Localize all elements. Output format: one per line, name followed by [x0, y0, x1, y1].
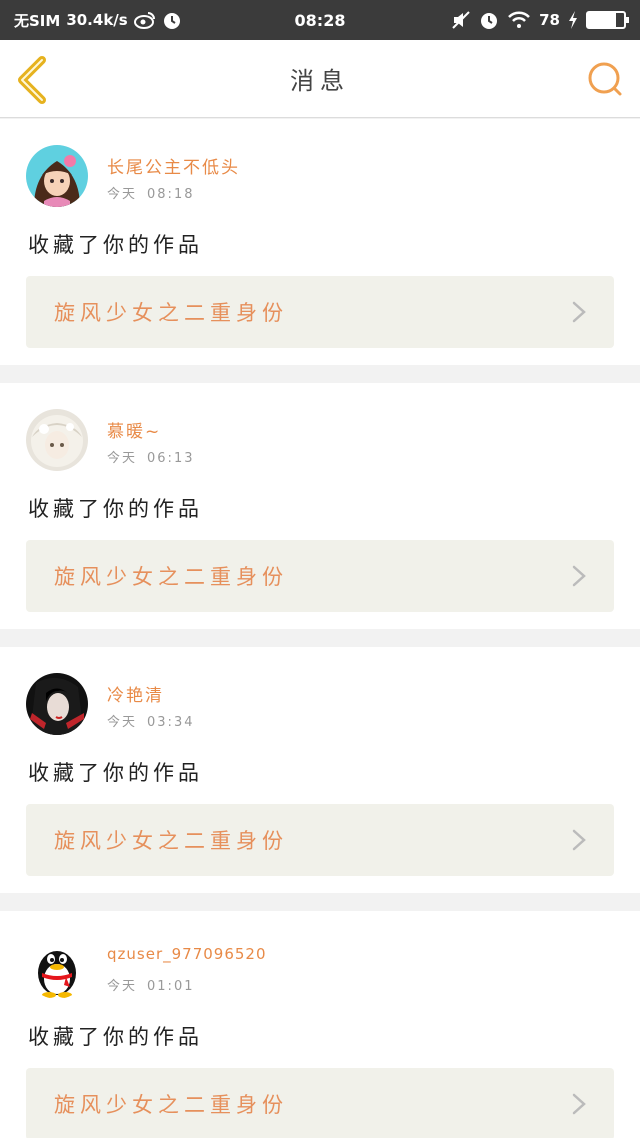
work-link[interactable]: 旋风少女之二重身份: [26, 540, 614, 612]
header: 消息: [0, 40, 640, 118]
timestamp: 今天 08:18: [107, 187, 195, 202]
message-card: 冷艳清 今天 03:34 收藏了你的作品 旋风少女之二重身份: [0, 647, 640, 893]
work-link[interactable]: 旋风少女之二重身份: [26, 804, 614, 876]
search-button[interactable]: [586, 60, 624, 98]
network-speed: 30.4k/s: [66, 11, 128, 29]
charging-icon: [568, 11, 578, 29]
alarm-icon: [162, 10, 182, 30]
battery-percent: 78: [539, 11, 560, 29]
mute-icon: [451, 10, 471, 30]
message-card: 长尾公主不低头 今天 08:18 收藏了你的作品 旋风少女之二重身份: [0, 119, 640, 365]
back-button[interactable]: [14, 56, 54, 104]
alarm-icon: [479, 10, 499, 30]
action-text: 收藏了你的作品: [28, 233, 203, 257]
timestamp: 今天 03:34: [107, 715, 195, 730]
work-title: 旋风少女之二重身份: [54, 1093, 288, 1117]
username[interactable]: qzuser_977096520: [107, 945, 267, 963]
username[interactable]: 慕暖~: [107, 417, 161, 442]
chevron-right-icon: [572, 301, 586, 323]
message-list: 长尾公主不低头 今天 08:18 收藏了你的作品 旋风少女之二重身份 慕暖~ 今天…: [0, 119, 640, 1138]
chevron-left-icon: [18, 56, 46, 104]
weibo-icon: [133, 11, 156, 29]
work-title: 旋风少女之二重身份: [54, 829, 288, 853]
search-icon: [588, 62, 622, 96]
action-text: 收藏了你的作品: [28, 1025, 203, 1049]
message-card: 慕暖~ 今天 06:13 收藏了你的作品 旋风少女之二重身份: [0, 383, 640, 629]
work-link[interactable]: 旋风少女之二重身份: [26, 276, 614, 348]
chevron-right-icon: [572, 565, 586, 587]
chevron-right-icon: [572, 1093, 586, 1115]
username[interactable]: 冷艳清: [107, 681, 164, 706]
username[interactable]: 长尾公主不低头: [107, 153, 240, 178]
message-card: qzuser_977096520 今天 01:01 收藏了你的作品 旋风少女之二重…: [0, 911, 640, 1138]
avatar[interactable]: [26, 937, 88, 999]
carrier-label: 无SIM: [14, 11, 61, 30]
avatar[interactable]: [26, 673, 88, 735]
battery-icon: [586, 11, 629, 29]
timestamp: 今天 06:13: [107, 451, 195, 466]
work-title: 旋风少女之二重身份: [54, 301, 288, 325]
avatar[interactable]: [26, 145, 88, 207]
status-bar: 无SIM 30.4k/s 08:28 78: [0, 0, 640, 40]
wifi-icon: [507, 11, 531, 29]
chevron-right-icon: [572, 829, 586, 851]
avatar[interactable]: [26, 409, 88, 471]
page-title: 消息: [290, 67, 350, 95]
work-link[interactable]: 旋风少女之二重身份: [26, 1068, 614, 1138]
timestamp: 今天 01:01: [107, 979, 195, 994]
action-text: 收藏了你的作品: [28, 761, 203, 785]
action-text: 收藏了你的作品: [28, 497, 203, 521]
work-title: 旋风少女之二重身份: [54, 565, 288, 589]
